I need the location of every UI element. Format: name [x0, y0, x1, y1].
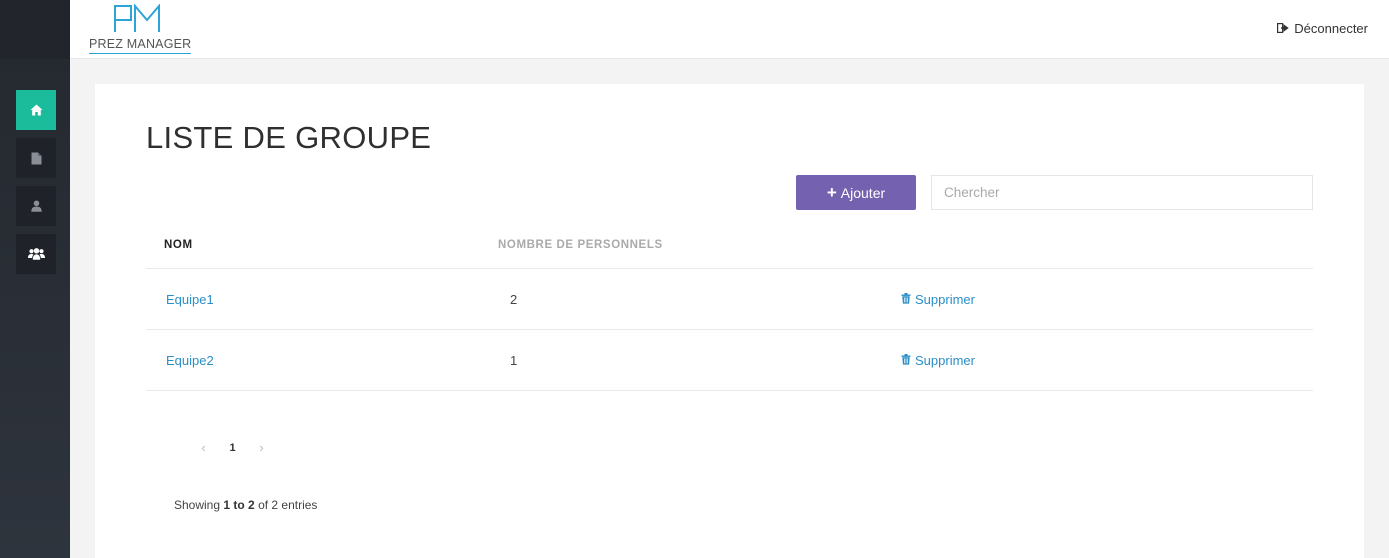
add-button-label: Ajouter [840, 184, 886, 201]
delete-link[interactable]: Supprimer [901, 353, 975, 368]
entries-info: Showing 1 to 2 of 2 entries [174, 498, 317, 512]
logo-mark [113, 3, 166, 39]
groups-table: NOM NOMBRE DE PERSONNELS Equipe1 2 Suppr… [146, 226, 1313, 391]
table-header: NOM NOMBRE DE PERSONNELS [146, 226, 1313, 269]
table-row: Equipe1 2 Supprimer [146, 269, 1313, 330]
delete-label: Supprimer [915, 353, 975, 368]
add-button[interactable]: + Ajouter [796, 175, 916, 210]
delete-link[interactable]: Supprimer [901, 292, 975, 307]
content-card: LISTE DE GROUPE + Ajouter NOM NOMBRE DE … [95, 84, 1364, 558]
group-name-link[interactable]: Equipe2 [166, 353, 214, 368]
plus-icon: + [826, 183, 837, 202]
users-icon [27, 248, 45, 260]
home-icon [30, 104, 43, 116]
entries-suffix: of 2 entries [258, 498, 318, 512]
pagination: ‹ 1 › [189, 439, 276, 457]
sidebar-item-users[interactable] [16, 186, 56, 226]
file-icon [31, 152, 42, 165]
sign-out-icon [1277, 21, 1289, 36]
column-header-nom[interactable]: NOM [164, 239, 193, 251]
delete-label: Supprimer [915, 292, 975, 307]
entries-prefix: Showing [174, 498, 221, 512]
column-header-nombre[interactable]: NOMBRE DE PERSONNELS [498, 239, 663, 251]
pagination-next[interactable]: › [247, 439, 276, 457]
group-count: 2 [510, 292, 518, 307]
pagination-page[interactable]: 1 [218, 439, 247, 457]
group-count: 1 [510, 353, 518, 368]
logout-label: Déconnecter [1294, 21, 1368, 36]
trash-icon [901, 292, 911, 307]
pagination-prev[interactable]: ‹ [189, 439, 218, 457]
sidebar-item-home[interactable] [16, 90, 56, 130]
group-name-link[interactable]: Equipe1 [166, 292, 214, 307]
logout-link[interactable]: Déconnecter [1277, 21, 1368, 36]
app-logo[interactable]: PREZ MANAGER [89, 3, 191, 54]
sidebar-item-documents[interactable] [16, 138, 56, 178]
logo-text: PREZ MANAGER [89, 37, 191, 54]
trash-icon [901, 353, 911, 368]
sidebar-top [0, 0, 70, 59]
entries-range: 1 to 2 [223, 498, 255, 512]
top-header: PREZ MANAGER Déconnecter [70, 0, 1389, 59]
page-title: LISTE DE GROUPE [146, 120, 432, 155]
sidebar-item-groups[interactable] [16, 234, 56, 274]
table-row: Equipe2 1 Supprimer [146, 330, 1313, 391]
search-input[interactable] [931, 175, 1313, 210]
sidebar [0, 0, 70, 558]
user-icon [30, 200, 42, 212]
